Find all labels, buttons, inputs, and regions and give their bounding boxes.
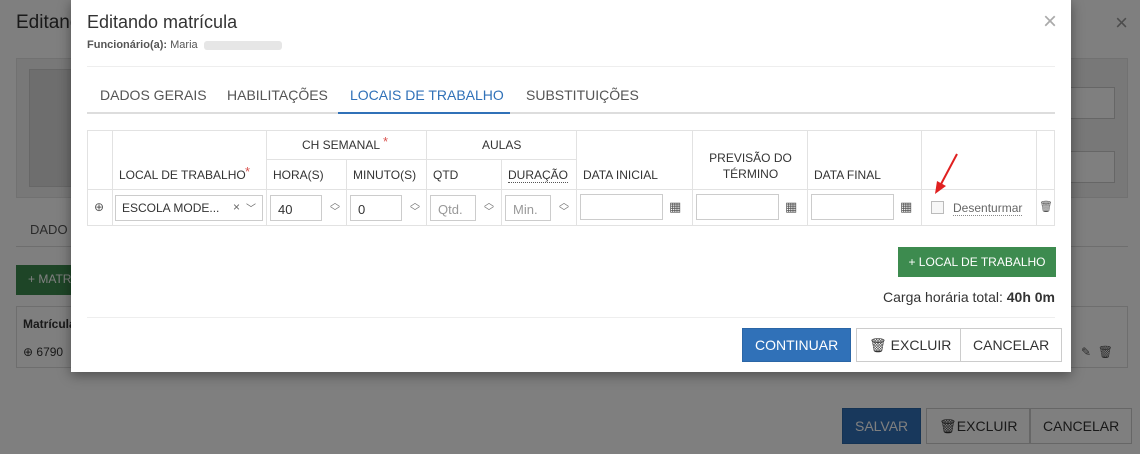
tab-substituicoes[interactable]: SUBSTITUIÇÕES xyxy=(526,87,639,103)
qtd-input[interactable]: Qtd. xyxy=(430,195,476,221)
hours-input[interactable]: 40 xyxy=(270,195,322,221)
blurred-surname xyxy=(203,40,282,50)
work-locations-table: LOCAL DE TRABALHO * CH SEMANAL * HORA(S) M… xyxy=(87,130,1055,226)
tab-habilitacoes[interactable]: HABILITAÇÕES xyxy=(227,87,328,103)
header-previsao: PREVISÃO DO TÉRMINO xyxy=(693,130,808,190)
carga-horaria: Carga horária total: 40h 0m xyxy=(883,289,1055,305)
header-minutos: MINUTO(S) xyxy=(347,160,427,190)
edit-enrollment-modal: Editando matrícula × Funcionário(a): Mar… xyxy=(71,0,1071,372)
modal-tabs: DADOS GERAIS HABILITAÇÕES LOCAIS DE TRAB… xyxy=(87,78,1055,114)
header-data-final: DATA FINAL xyxy=(808,130,922,190)
data-final-input[interactable] xyxy=(811,194,894,220)
duracao-stepper[interactable]: ︿ ﹀ xyxy=(558,199,570,218)
carga-label: Carga horária total: xyxy=(883,289,1003,305)
tab-dados-gerais[interactable]: DADOS GERAIS xyxy=(100,87,207,103)
header-aulas: AULAS xyxy=(427,130,577,160)
modal-title: Editando matrícula xyxy=(87,12,238,32)
delete-button[interactable]: 🗑 EXCLUIR xyxy=(856,328,965,362)
required-marker: * xyxy=(245,164,251,179)
header-qtd: QTD xyxy=(427,160,502,190)
continue-button[interactable]: CONTINUAR xyxy=(742,328,852,362)
header-duracao: DURAÇÃO xyxy=(502,160,577,190)
hours-stepper[interactable]: ︿ ﹀ xyxy=(329,199,341,218)
calendar-icon[interactable]: ▦ xyxy=(669,199,681,215)
close-icon[interactable]: × xyxy=(1043,10,1057,34)
calendar-icon[interactable]: ▦ xyxy=(900,199,912,215)
duracao-input[interactable]: Min. xyxy=(505,195,551,221)
header-data-inicial: DATA INICIAL xyxy=(577,130,693,190)
desenturmar-checkbox[interactable] xyxy=(931,201,944,214)
chevron-down-icon[interactable]: ﹀ xyxy=(246,200,256,215)
desenturmar-label[interactable]: Desenturmar xyxy=(953,201,1023,216)
previsao-input[interactable] xyxy=(696,194,779,220)
qtd-stepper[interactable]: ︿ ﹀ xyxy=(483,199,495,218)
cancel-button[interactable]: CANCELAR xyxy=(960,328,1063,362)
trash-icon[interactable]: 🗑 xyxy=(1039,200,1053,213)
employee-name: Maria xyxy=(170,39,198,51)
employee-label: Funcionário(a): xyxy=(87,39,168,51)
red-arrow-annotation xyxy=(935,153,958,194)
expand-cell: ⊕ xyxy=(87,190,113,226)
header-local: LOCAL DE TRABALHO * xyxy=(113,130,267,190)
tab-locais-de-trabalho[interactable]: LOCAIS DE TRABALHO xyxy=(350,87,504,103)
minutes-input[interactable]: 0 xyxy=(350,195,402,221)
footer-divider xyxy=(87,317,1055,318)
employee-info: Funcionário(a): Maria xyxy=(87,39,282,51)
header-ch-semanal: CH SEMANAL * xyxy=(267,130,427,160)
data-inicial-input[interactable] xyxy=(580,194,663,220)
required-marker: * xyxy=(383,134,389,149)
carga-value: 40h 0m xyxy=(1006,289,1055,305)
calendar-icon[interactable]: ▦ xyxy=(785,199,797,215)
local-select[interactable]: ESCOLA MODE... × ﹀ xyxy=(115,195,263,221)
header-divider xyxy=(87,66,1055,67)
trash-icon: 🗑 xyxy=(869,337,891,353)
plus-circle-icon[interactable]: ⊕ xyxy=(94,200,104,214)
active-tab-indicator xyxy=(338,112,510,114)
clear-icon[interactable]: × xyxy=(233,200,240,214)
header-horas: HORA(S) xyxy=(267,160,347,190)
add-local-button[interactable]: + LOCAL DE TRABALHO xyxy=(898,247,1056,277)
minutes-stepper[interactable]: ︿ ﹀ xyxy=(409,199,421,218)
